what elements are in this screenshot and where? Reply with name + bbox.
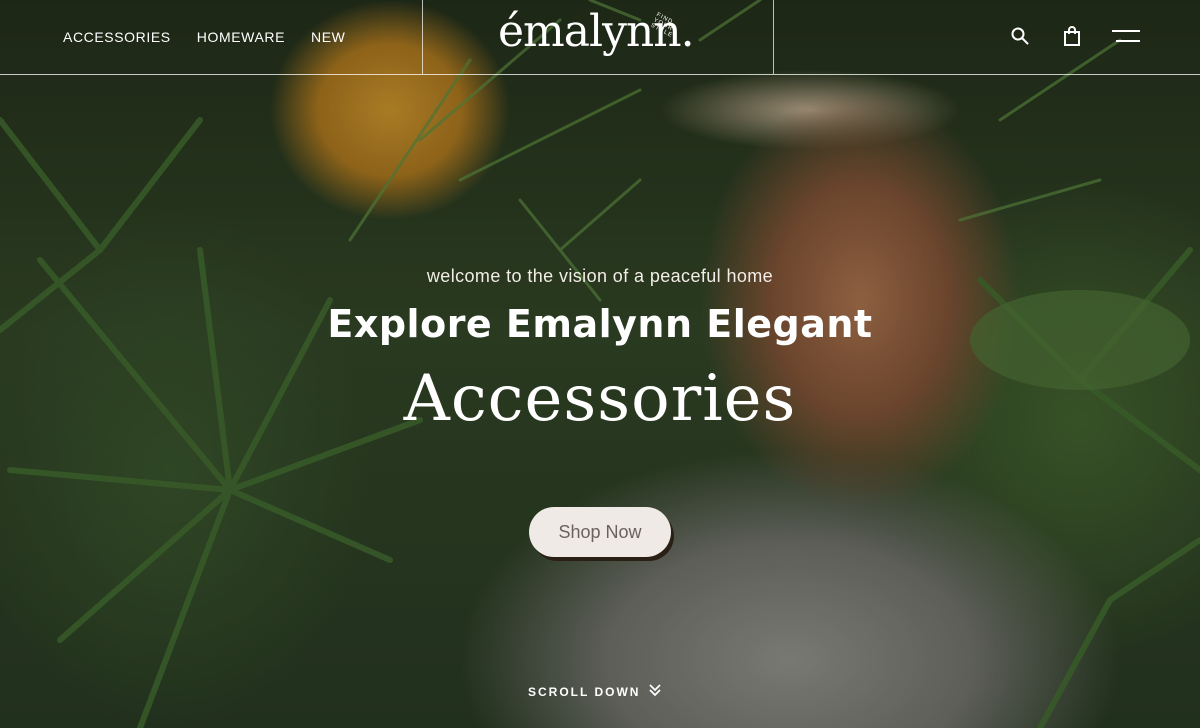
menu-icon[interactable] (1112, 24, 1140, 48)
shop-now-button[interactable]: Shop Now (529, 507, 671, 557)
shopping-bag-icon[interactable] (1060, 24, 1084, 48)
chevron-double-down-icon (648, 683, 662, 700)
header-actions (1008, 24, 1140, 48)
scroll-down-label: SCROLL DOWN (528, 684, 641, 699)
hero-category: Accessories (403, 362, 797, 436)
nav-link-new[interactable]: NEW (311, 29, 345, 45)
main-nav: ACCESSORIES HOMEWARE NEW (63, 29, 346, 45)
nav-link-homeware[interactable]: HOMEWARE (197, 29, 285, 45)
scroll-down-link[interactable]: SCROLL DOWN (528, 683, 662, 700)
header-divider-right (773, 0, 774, 74)
site-header: ACCESSORIES HOMEWARE NEW émalynn. FIND Y… (0, 0, 1200, 75)
search-icon[interactable] (1008, 24, 1032, 48)
header-divider-left (422, 0, 423, 74)
nav-link-accessories[interactable]: ACCESSORIES (63, 29, 171, 45)
hero-subtitle: welcome to the vision of a peaceful home (426, 266, 774, 286)
hero-headline: Explore Emalynn Elegant (327, 302, 873, 346)
site-logo[interactable]: émalynn. FIND YOUR STYLE (498, 6, 698, 68)
